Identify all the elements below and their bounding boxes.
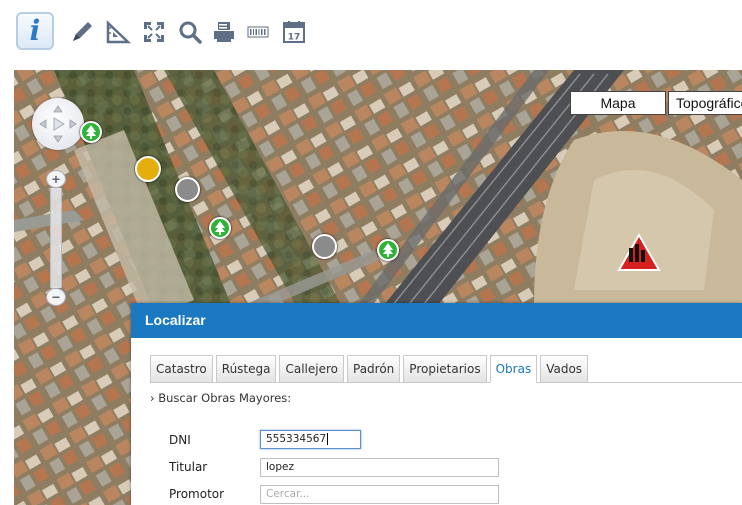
magnifier-icon — [179, 21, 202, 44]
tab-rustega[interactable]: Rústega — [215, 355, 277, 382]
dni-value: 555334567 — [266, 433, 327, 445]
layer-topografico-button[interactable]: Topográfico — [668, 91, 742, 115]
info-tool-button[interactable]: i — [16, 12, 54, 50]
zoom-slider[interactable] — [50, 188, 62, 288]
tab-vados[interactable]: Vados — [540, 355, 589, 382]
tree-marker[interactable] — [80, 121, 102, 143]
yellow-marker[interactable] — [135, 156, 161, 182]
tree-marker[interactable] — [209, 217, 231, 239]
calendar-day-text: 17 — [288, 33, 301, 43]
grey-marker[interactable] — [312, 234, 337, 259]
expand-icon — [144, 22, 164, 42]
zoom-in-button[interactable]: + — [46, 170, 66, 188]
barcode-tool-button[interactable] — [242, 16, 274, 48]
titular-label: Titular — [169, 460, 208, 474]
search-tabs: Catastro Rústega Callejero Padrón Propie… — [150, 355, 742, 383]
printer-icon — [214, 22, 234, 42]
tab-obras[interactable]: Obras — [489, 355, 538, 383]
dni-input[interactable]: 555334567 — [260, 430, 361, 449]
zoom-control: + − — [46, 170, 66, 306]
text-caret — [327, 433, 329, 445]
draw-tool-button[interactable] — [66, 16, 98, 48]
titular-input[interactable]: lopez — [260, 458, 499, 477]
grey-marker[interactable] — [175, 177, 200, 202]
tab-callejero[interactable]: Callejero — [279, 355, 344, 382]
toolbar: i 17 — [0, 0, 742, 70]
ruler-triangle-icon — [106, 20, 131, 44]
barcode-icon — [247, 26, 269, 38]
search-tool-button[interactable] — [174, 16, 206, 48]
promotor-input[interactable]: Cercar... — [260, 485, 499, 504]
zoom-out-button[interactable]: − — [46, 288, 66, 306]
dni-label: DNI — [169, 433, 191, 447]
layer-mapa-button[interactable]: Mapa — [570, 91, 666, 115]
tab-padron[interactable]: Padrón — [347, 355, 401, 382]
promotor-label: Promotor — [169, 487, 225, 501]
section-title: › Buscar Obras Mayores: — [150, 391, 292, 405]
tab-propietarios[interactable]: Propietarios — [403, 355, 487, 382]
localizar-panel: Localizar Catastro Rústega Callejero Pad… — [131, 303, 742, 505]
base-layer-switcher: Mapa Topográfico — [570, 91, 742, 115]
pencil-icon — [73, 22, 92, 41]
info-icon: i — [29, 14, 41, 47]
tab-catastro[interactable]: Catastro — [150, 355, 213, 382]
measure-tool-button[interactable] — [102, 16, 134, 48]
panel-title: Localizar — [131, 303, 742, 338]
tree-icon — [383, 243, 393, 257]
pan-control[interactable] — [32, 98, 84, 150]
print-tool-button[interactable] — [208, 16, 240, 48]
tree-icon — [215, 221, 225, 235]
tree-icon — [86, 125, 96, 139]
calendar-icon: 17 — [283, 21, 305, 43]
pan-arrows-icon — [39, 105, 77, 143]
fullscreen-tool-button[interactable] — [138, 16, 170, 48]
calendar-tool-button[interactable]: 17 — [278, 16, 310, 48]
tree-marker[interactable] — [377, 239, 399, 261]
